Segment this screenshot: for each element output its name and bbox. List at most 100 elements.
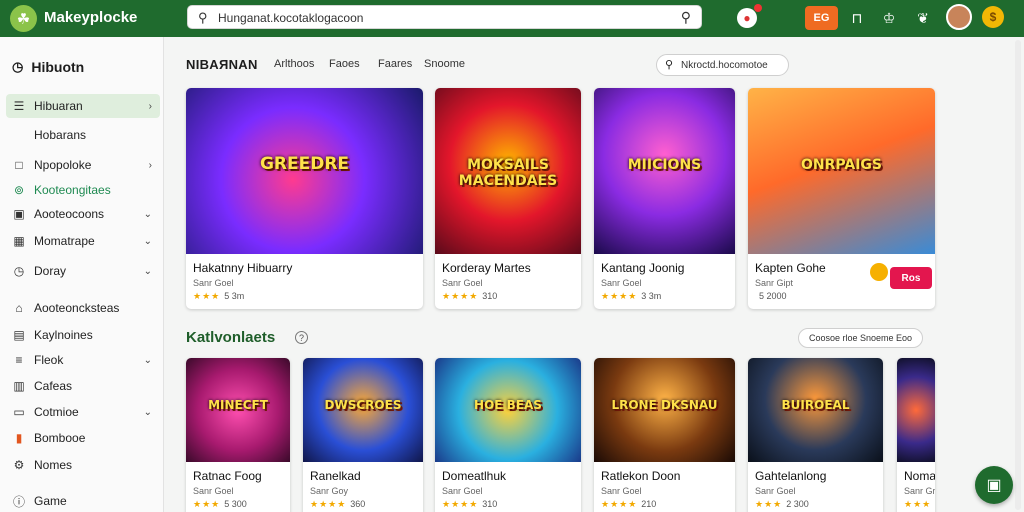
info-icon[interactable]: ?: [295, 331, 308, 344]
rating-count: 310: [482, 499, 498, 509]
game-publisher: Sanr Goel: [442, 278, 483, 288]
sidebar-item-12[interactable]: ▭ Cotmioe ⌄: [6, 400, 160, 424]
game-title[interactable]: Ratnac Foog: [193, 469, 262, 483]
sidebar-item-15[interactable]: ⓘ Game: [6, 489, 160, 512]
game-title[interactable]: Korderay Martes: [442, 261, 531, 275]
coin-icon[interactable]: $: [982, 6, 1004, 28]
game-title[interactable]: Kapten Gohe: [755, 261, 826, 275]
sidebar-item-5[interactable]: ▣ Aooteocoons ⌄: [6, 202, 160, 226]
star-rating-icon: ★★★★: [310, 499, 347, 509]
rating-count: 2 300: [786, 499, 809, 509]
filter-dropdown[interactable]: ⚲ Nkroctd.hocomotoe: [656, 54, 789, 76]
sidebar-item-6[interactable]: ▦ Momatrape ⌄: [6, 229, 160, 253]
grid-card[interactable]: DWSCROES Ranelkad Sanr Goy ★★★★ 360: [303, 358, 423, 512]
sidebar-item-label: Kaylnoines: [34, 328, 93, 342]
sidebar-item-7[interactable]: ◷ Doray ⌄: [6, 259, 160, 283]
tab-1[interactable]: Arlthoos: [274, 58, 314, 70]
main-content: NIBAЯNAN Arlthoos Faoes Faares Snoome ⚲ …: [164, 37, 1024, 512]
sidebar-item-label: Cafeas: [34, 379, 73, 393]
game-rating: ★★★★ 310: [442, 499, 497, 510]
game-title[interactable]: Ratlekon Doon: [601, 469, 680, 483]
game-title[interactable]: Hakatnny Hibuarry: [193, 261, 292, 275]
folder-icon: ▥: [13, 379, 25, 393]
game-rating: ★★★2 3: [904, 499, 935, 510]
sidebar-item-label: Nomes: [34, 458, 73, 472]
avatar[interactable]: [946, 4, 972, 30]
see-more-button[interactable]: Coosoe rloe Snoeme Eoo: [798, 328, 923, 348]
game-title[interactable]: Domeatlhuk: [442, 469, 506, 483]
chat-button[interactable]: ▣: [975, 466, 1013, 504]
featured-card[interactable]: MIICIONS Kantang Joonig Sanr Goel ★★★★ 3 3m: [594, 88, 735, 309]
cover-title-art: MINECFT: [208, 398, 268, 412]
sidebar-item-9[interactable]: ▤ Kaylnoines: [6, 323, 160, 347]
sidebar-item-2[interactable]: Hobarans: [6, 123, 160, 147]
search-bar[interactable]: ⚲ Hunganat.kocotaklogacoon ⚲: [187, 5, 702, 29]
scrollbar[interactable]: [1015, 40, 1021, 510]
sidebar: ◷ Hibuotn ☰ Hibuaran › Hobarans □ Npopoloke › ⊚…: [0, 37, 164, 512]
game-publisher: Sanr Goel: [755, 486, 796, 496]
game-cover-image[interactable]: BUIROEAL: [748, 358, 883, 462]
sidebar-item-3[interactable]: □ Npopoloke ›: [6, 153, 160, 177]
grid-card[interactable]: Nomatiel Sanr Grt ★★★2 3: [897, 358, 935, 512]
sidebar-item-4[interactable]: ⊚ Kooteongitaes: [6, 178, 160, 202]
leaf-icon[interactable]: ❦: [914, 6, 932, 30]
chevron-down-icon: ⌄: [143, 265, 152, 277]
tab-4[interactable]: Snoome: [424, 58, 465, 70]
rating-count: 310: [482, 291, 498, 301]
sidebar-item-1[interactable]: ☰ Hibuaran ›: [6, 94, 160, 118]
app-logo-icon[interactable]: ☘: [10, 5, 37, 32]
grid-card[interactable]: HOE BEAS Domeatlhuk Sanr Goel ★★★★ 310: [435, 358, 581, 512]
star-rating-icon: ★★★★: [442, 291, 479, 301]
sidebar-item-13[interactable]: ▮ Bombooe: [6, 426, 160, 450]
featured-card[interactable]: MOKSAILS MACENDAES Korderay Martes Sanr Go…: [435, 88, 581, 309]
cover-title-art: LRONE DKSNAU: [611, 398, 718, 412]
grid-card[interactable]: MINECFT Ratnac Foog Sanr Goel ★★★ 5 300: [186, 358, 290, 512]
sidebar-item-10[interactable]: ≡ Fleok ⌄: [6, 348, 160, 372]
trophy-icon[interactable]: ♔: [880, 6, 898, 30]
game-cover-image[interactable]: MOKSAILS MACENDAES: [435, 88, 581, 254]
notification-button[interactable]: ●: [736, 4, 762, 30]
filter-label: Nkroctd.hocomotoe: [681, 60, 768, 71]
sidebar-item-11[interactable]: ▥ Cafeas: [6, 374, 160, 398]
game-cover-image[interactable]: [897, 358, 935, 462]
grid-card[interactable]: LRONE DKSNAU Ratlekon Doon Sanr Goel ★★★★ 21…: [594, 358, 735, 512]
sidebar-item-label: Hibuaran: [34, 99, 83, 113]
chevron-down-icon: ⌄: [143, 235, 152, 247]
store-button[interactable]: EG: [805, 6, 838, 30]
game-cover-image[interactable]: HOE BEAS: [435, 358, 581, 462]
game-rating: ★★★ 5 3m: [193, 291, 244, 302]
featured-card[interactable]: ONRPAIGS Kapten Gohe Sanr Gipt 5 2000 Ros: [748, 88, 935, 309]
star-rating-icon: ★★★: [755, 499, 783, 509]
sidebar-item-8[interactable]: ⌂ Aooteoncksteas: [6, 296, 160, 320]
game-cover-image[interactable]: MIICIONS: [594, 88, 735, 254]
rating-count: 360: [350, 499, 366, 509]
game-rating: ★★★★ 310: [442, 291, 497, 302]
buy-button[interactable]: Ros: [890, 267, 932, 289]
game-cover-image[interactable]: DWSCROES: [303, 358, 423, 462]
bag-icon[interactable]: ⊓: [848, 6, 866, 30]
game-title[interactable]: Gahtelanlong: [755, 469, 826, 483]
grid-card[interactable]: BUIROEAL Gahtelanlong Sanr Goel ★★★ 2 300: [748, 358, 883, 512]
sidebar-item-14[interactable]: ⚙ Nomes: [6, 453, 160, 477]
cover-title-art: HOE BEAS: [474, 398, 542, 412]
game-title[interactable]: Ranelkad: [310, 469, 361, 483]
tab-3[interactable]: Faares: [378, 58, 412, 70]
star-rating-icon: ★★★: [193, 291, 221, 301]
game-title[interactable]: Nomatiel: [904, 469, 935, 483]
search-submit-icon[interactable]: ⚲: [681, 9, 691, 26]
tab-2[interactable]: Faoes: [329, 58, 360, 70]
cover-title-art: MIICIONS: [627, 157, 702, 173]
game-title[interactable]: Kantang Joonig: [601, 261, 684, 275]
notification-badge: [754, 4, 762, 12]
search-input[interactable]: Hunganat.kocotaklogacoon: [218, 11, 363, 25]
game-cover-image[interactable]: ONRPAIGS: [748, 88, 935, 254]
grid-icon: ▦: [13, 234, 25, 248]
sidebar-heading-label: Hibuotn: [31, 59, 85, 75]
game-publisher: Sanr Goel: [193, 486, 234, 496]
featured-card[interactable]: GREEDRE Hakatnny Hibuarry Sanr Goel ★★★ 5 3m: [186, 88, 423, 309]
chevron-down-icon: ›: [148, 100, 152, 112]
coin-icon: [870, 263, 888, 281]
game-cover-image[interactable]: LRONE DKSNAU: [594, 358, 735, 462]
game-cover-image[interactable]: GREEDRE: [186, 88, 423, 254]
game-cover-image[interactable]: MINECFT: [186, 358, 290, 462]
